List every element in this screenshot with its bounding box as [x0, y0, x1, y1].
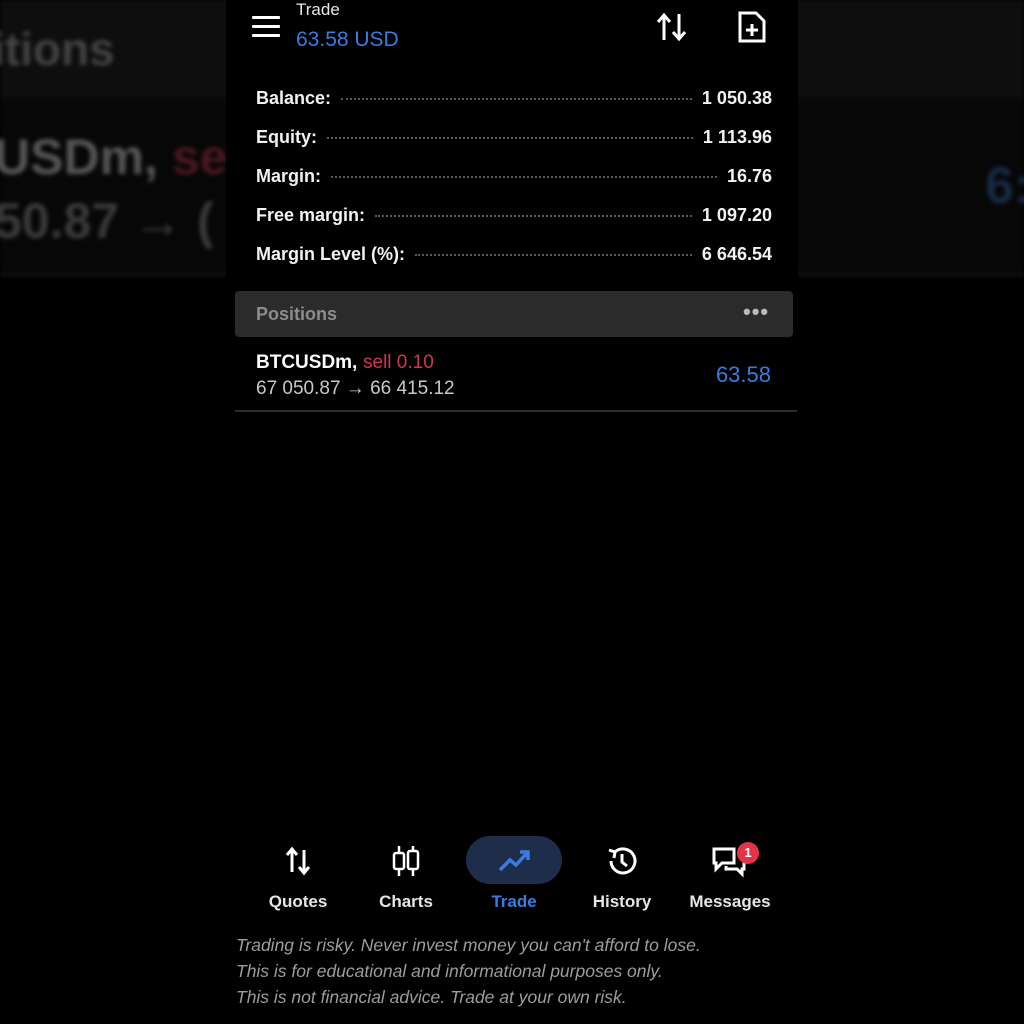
summary-label: Margin Level (%):	[256, 244, 406, 264]
risk-disclaimer: Trading is risky. Never invest money you…	[236, 932, 816, 1010]
dotted-leader	[415, 254, 692, 256]
disclaimer-line: This is not financial advice. Trade at y…	[236, 987, 627, 1007]
dotted-leader	[341, 98, 692, 100]
background-symbol-text: USDm,	[0, 129, 158, 185]
new-order-icon[interactable]	[737, 10, 767, 44]
positions-section-header: Positions •••	[235, 291, 793, 337]
background-arrow: →	[133, 193, 184, 249]
summary-row-equity: Equity: 1 113.96	[256, 127, 772, 166]
background-symbol: USDm, sell	[0, 128, 255, 186]
more-options-icon[interactable]: •••	[743, 299, 769, 325]
quotes-icon	[243, 832, 353, 890]
positions-title: Positions	[256, 304, 338, 324]
nav-label: Messages	[689, 892, 771, 911]
position-prices: 67 050.87 → 66 415.12	[256, 378, 455, 399]
account-summary: Balance: 1 050.38 Equity: 1 113.96 Margi…	[256, 88, 772, 283]
position-row[interactable]: BTCUSDm, sell 0.10 67 050.87 → 66 415.12…	[235, 340, 797, 412]
nav-trade[interactable]: Trade	[459, 832, 569, 912]
menu-icon[interactable]	[252, 16, 280, 38]
position-side: sell 0.10	[363, 352, 434, 373]
nav-quotes[interactable]: Quotes	[243, 832, 353, 912]
nav-history[interactable]: History	[567, 832, 677, 912]
sort-icon[interactable]	[654, 10, 690, 44]
nav-messages[interactable]: 1 Messages	[675, 832, 785, 912]
summary-row-margin-level: Margin Level (%): 6 646.54	[256, 244, 772, 283]
disclaimer-line: This is for educational and informationa…	[236, 961, 663, 981]
background-price: 50.87 → (	[0, 192, 214, 250]
summary-row-margin: Margin: 16.76	[256, 166, 772, 205]
unread-badge: 1	[737, 842, 759, 864]
summary-value: 1 050.38	[701, 88, 772, 108]
disclaimer-line: Trading is risky. Never invest money you…	[236, 935, 701, 955]
summary-label: Margin:	[256, 166, 321, 186]
summary-label: Balance:	[256, 88, 332, 108]
profit-total: 63.58 USD	[296, 28, 399, 51]
history-icon	[567, 832, 677, 890]
messages-icon: 1	[675, 832, 785, 890]
summary-row-free-margin: Free margin: 1 097.20	[256, 205, 772, 244]
background-price-text: 50.87	[0, 193, 120, 249]
summary-value: 6 646.54	[701, 244, 772, 264]
bottom-navigation: Quotes Charts Trade History 1 Messages	[226, 832, 798, 922]
dotted-leader	[327, 137, 693, 139]
nav-label: Charts	[379, 892, 433, 911]
dotted-leader	[375, 215, 692, 217]
position-profit: 63.58	[715, 362, 771, 387]
page-title: Trade	[296, 0, 340, 19]
charts-icon	[351, 832, 461, 890]
summary-label: Equity:	[256, 127, 317, 147]
nav-label: Trade	[491, 892, 537, 911]
background-profit: 6:	[985, 157, 1024, 215]
position-symbol: BTCUSDm,	[256, 352, 358, 373]
summary-value: 16.76	[726, 166, 772, 186]
nav-charts[interactable]: Charts	[351, 832, 461, 912]
phone-screen: Trade 63.58 USD Balance: 1 050.38 Equity…	[226, 0, 798, 1024]
nav-label: Quotes	[268, 892, 328, 911]
app-header: Trade 63.58 USD	[226, 0, 798, 78]
nav-label: History	[592, 892, 652, 911]
background-title: itions	[0, 23, 115, 75]
summary-row-balance: Balance: 1 050.38	[256, 88, 772, 127]
background-price-rest: (	[196, 193, 214, 249]
dotted-leader	[331, 176, 717, 178]
summary-value: 1 113.96	[702, 127, 772, 147]
summary-label: Free margin:	[256, 205, 366, 225]
summary-value: 1 097.20	[701, 205, 772, 225]
trade-icon	[459, 832, 569, 890]
